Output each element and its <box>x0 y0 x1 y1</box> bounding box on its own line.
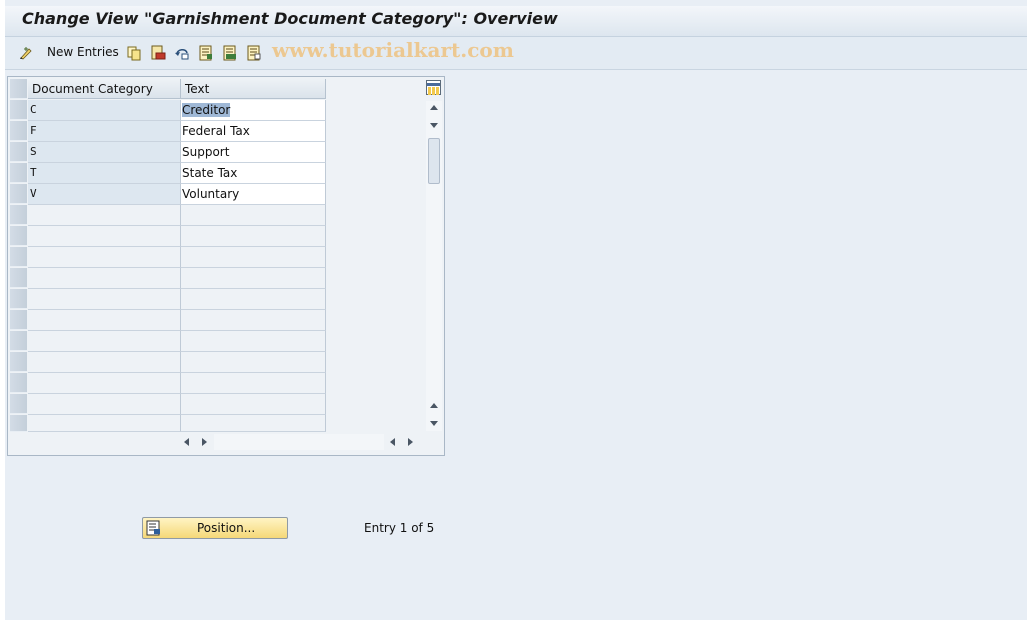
scroll-right-icon[interactable] <box>202 438 207 446</box>
table-cell-text[interactable]: Creditor <box>181 100 326 121</box>
empty-cell[interactable] <box>181 394 326 415</box>
empty-cell[interactable] <box>28 226 181 247</box>
position-icon <box>146 520 160 536</box>
row-selector[interactable] <box>10 205 27 225</box>
scrollbar-thumb[interactable] <box>428 138 440 184</box>
table-cell-text[interactable]: State Tax <box>181 163 326 184</box>
empty-cell[interactable] <box>28 352 181 373</box>
empty-cell[interactable] <box>28 394 181 415</box>
empty-cell[interactable] <box>28 331 181 352</box>
row-selector[interactable] <box>10 184 27 204</box>
row-selector[interactable] <box>10 268 27 288</box>
select-all-icon[interactable] <box>198 45 214 61</box>
select-all-rows-corner[interactable] <box>10 79 27 99</box>
column-header-document-category[interactable]: Document Category <box>28 79 181 99</box>
selected-text: Creditor <box>182 103 231 117</box>
empty-cell[interactable] <box>181 310 326 331</box>
table-cell-category[interactable]: C <box>28 100 181 121</box>
row-selector[interactable] <box>10 415 27 432</box>
empty-cell[interactable] <box>181 205 326 226</box>
edit-pencil-icon[interactable] <box>18 45 34 61</box>
vertical-scrollbar[interactable] <box>426 101 442 431</box>
copy-icon[interactable] <box>126 45 142 61</box>
empty-cell[interactable] <box>181 331 326 352</box>
empty-cell[interactable] <box>28 373 181 394</box>
table-control: Document Category Text C Creditor F Fede… <box>7 76 445 456</box>
row-selector[interactable] <box>10 289 27 309</box>
empty-cell[interactable] <box>181 415 326 432</box>
row-selector[interactable] <box>10 373 27 393</box>
empty-cell[interactable] <box>181 268 326 289</box>
horizontal-scrollbar[interactable] <box>178 434 424 450</box>
row-selector[interactable] <box>10 352 27 372</box>
empty-cell[interactable] <box>181 226 326 247</box>
horizontal-scroll-track[interactable] <box>214 434 384 450</box>
table-cell-text[interactable]: Support <box>181 142 326 163</box>
table-cell-category[interactable]: F <box>28 121 181 142</box>
new-entries-button[interactable]: New Entries <box>47 45 119 59</box>
select-block-icon[interactable] <box>222 45 238 61</box>
row-selector[interactable] <box>10 100 27 120</box>
scroll-up-icon[interactable] <box>430 105 438 110</box>
delete-icon[interactable] <box>150 45 166 61</box>
empty-cell[interactable] <box>28 415 181 432</box>
row-selector[interactable] <box>10 226 27 246</box>
empty-cell[interactable] <box>181 352 326 373</box>
deselect-all-icon[interactable] <box>246 45 262 61</box>
row-selector[interactable] <box>10 247 27 267</box>
table-settings-icon[interactable] <box>426 80 441 95</box>
app-frame: Change View "Garnishment Document Catego… <box>5 0 1027 620</box>
table-cell-category[interactable]: T <box>28 163 181 184</box>
scroll-down-icon[interactable] <box>430 421 438 426</box>
row-selector[interactable] <box>10 142 27 162</box>
empty-cell[interactable] <box>181 247 326 268</box>
empty-cell[interactable] <box>28 268 181 289</box>
row-selector[interactable] <box>10 394 27 414</box>
scroll-up-icon[interactable] <box>430 403 438 408</box>
column-header-text[interactable]: Text <box>181 79 326 99</box>
empty-cell[interactable] <box>28 205 181 226</box>
scroll-left-icon[interactable] <box>184 438 189 446</box>
row-selector[interactable] <box>10 331 27 351</box>
empty-cell[interactable] <box>28 310 181 331</box>
empty-cell[interactable] <box>181 373 326 394</box>
table-cell-category[interactable]: V <box>28 184 181 205</box>
empty-cell[interactable] <box>181 289 326 310</box>
watermark: www.tutorialkart.com <box>272 38 514 62</box>
scroll-down-icon[interactable] <box>430 123 438 128</box>
title-bar: Change View "Garnishment Document Catego… <box>5 6 1027 37</box>
position-button[interactable]: Position... <box>142 517 288 539</box>
scroll-right-icon[interactable] <box>408 438 413 446</box>
undo-change-icon[interactable] <box>174 45 190 61</box>
row-selector[interactable] <box>10 121 27 141</box>
table-cell-category[interactable]: S <box>28 142 181 163</box>
application-toolbar: New Entries www.tutorialkart.com <box>5 37 1027 70</box>
row-selector[interactable] <box>10 163 27 183</box>
table-cell-text[interactable]: Voluntary <box>181 184 326 205</box>
table-cell-text[interactable]: Federal Tax <box>181 121 326 142</box>
position-button-label: Position... <box>197 521 256 535</box>
scroll-left-icon[interactable] <box>390 438 395 446</box>
entry-counter: Entry 1 of 5 <box>364 521 435 535</box>
row-selector[interactable] <box>10 310 27 330</box>
empty-cell[interactable] <box>28 289 181 310</box>
page-title: Change View "Garnishment Document Catego… <box>22 9 558 28</box>
empty-cell[interactable] <box>28 247 181 268</box>
